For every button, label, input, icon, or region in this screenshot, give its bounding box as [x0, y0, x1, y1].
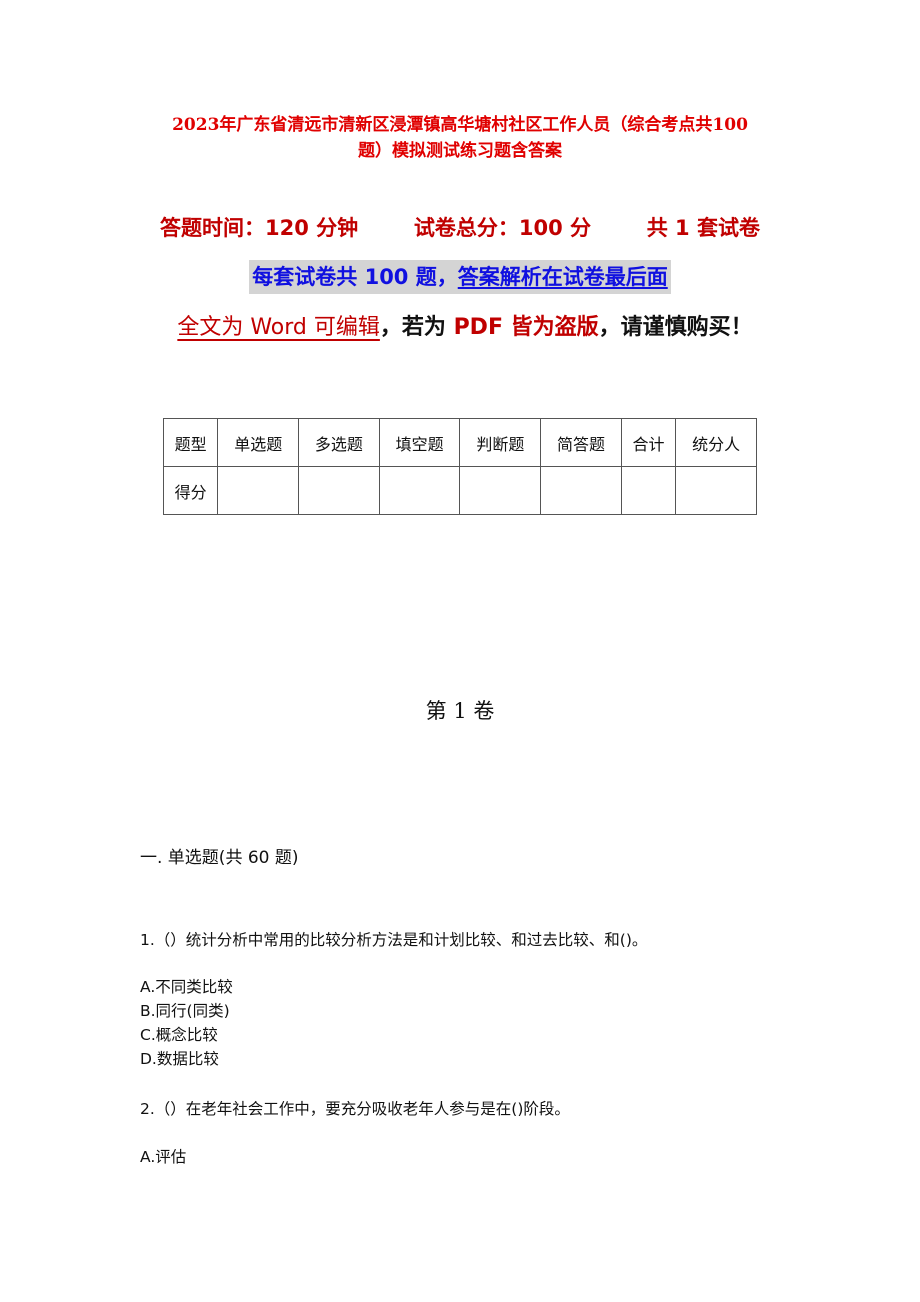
option-a: A.不同类比较: [140, 978, 233, 996]
notice-text-1: ，若为: [379, 315, 454, 340]
copyright-notice: 全文为 Word 可编辑，若为 PDF 皆为盗版，请谨慎购买！: [150, 305, 780, 351]
exam-set-count: 共 1 套试卷: [646, 216, 760, 240]
option-b: B.同行(同类): [140, 1002, 230, 1020]
option-a: A.评估: [140, 1148, 187, 1166]
header-cell: 题型: [162, 418, 219, 467]
header-cell: 填空题: [378, 418, 461, 467]
question-2-options: A.评估: [140, 1145, 186, 1169]
header-cell: 简答题: [540, 418, 622, 467]
question-1-options: A.不同类比较 B.同行(同类) C.概念比较 D.数据比较: [140, 975, 233, 1071]
score-table-score-row: 得分: [162, 466, 757, 515]
title-line-1: 2023年广东省清远市清新区浸潭镇高华塘村社区工作人员（综合考点共100: [172, 115, 748, 135]
score-cell: [459, 466, 542, 515]
score-table-header-row: 题型 单选题 多选题 填空题 判断题 简答题 合计 统分人: [162, 418, 757, 467]
score-cell: [378, 466, 461, 515]
answer-banner-wrap: 每套试卷共 100 题，答案解析在试卷最后面: [0, 260, 920, 294]
header-cell: 单选题: [217, 418, 300, 467]
score-table: 题型 单选题 多选题 填空题 判断题 简答题 合计 统分人 得分: [162, 418, 757, 515]
header-cell: 判断题: [459, 418, 542, 467]
answer-banner: 每套试卷共 100 题，答案解析在试卷最后面: [249, 260, 671, 294]
exam-meta: 答题时间：120 分钟 试卷总分：100 分 共 1 套试卷: [160, 212, 760, 244]
question-2-text: 2.（）在老年社会工作中，要充分吸收老年人参与是在()阶段。: [140, 1100, 570, 1118]
title-line-2: 题）模拟测试练习题含答案: [358, 141, 562, 161]
score-cell: [620, 466, 677, 515]
score-cell: [217, 466, 300, 515]
document-title: 2023年广东省清远市清新区浸潭镇高华塘村社区工作人员（综合考点共100 题）模…: [140, 112, 780, 164]
notice-word-editable: 全文为 Word 可编辑: [177, 315, 380, 340]
score-cell: [540, 466, 622, 515]
exam-time: 答题时间：120 分钟: [160, 216, 359, 240]
notice-pdf-pirated: PDF 皆为盗版: [453, 315, 599, 340]
section-title: 一. 单选题(共 60 题): [140, 848, 299, 868]
option-c: C.概念比较: [140, 1026, 218, 1044]
exam-total-score: 试卷总分：100 分: [413, 216, 592, 240]
row-label-cell: 得分: [162, 466, 219, 515]
option-d: D.数据比较: [140, 1050, 219, 1068]
document-page: 2023年广东省清远市清新区浸潭镇高华塘村社区工作人员（综合考点共100 题）模…: [0, 0, 920, 1302]
banner-question-count: 每套试卷共 100 题，: [252, 265, 458, 289]
header-cell: 统分人: [675, 418, 757, 467]
score-cell: [675, 466, 757, 515]
header-cell: 多选题: [298, 418, 380, 467]
score-cell: [298, 466, 380, 515]
header-cell: 合计: [620, 418, 677, 467]
volume-title: 第 1 卷: [425, 699, 495, 723]
question-1-text: 1.（）统计分析中常用的比较分析方法是和计划比较、和过去比较、和()。: [140, 931, 648, 949]
banner-answer-link[interactable]: 答案解析在试卷最后面: [458, 265, 668, 289]
notice-text-2: ，请谨慎购买！: [598, 315, 753, 340]
